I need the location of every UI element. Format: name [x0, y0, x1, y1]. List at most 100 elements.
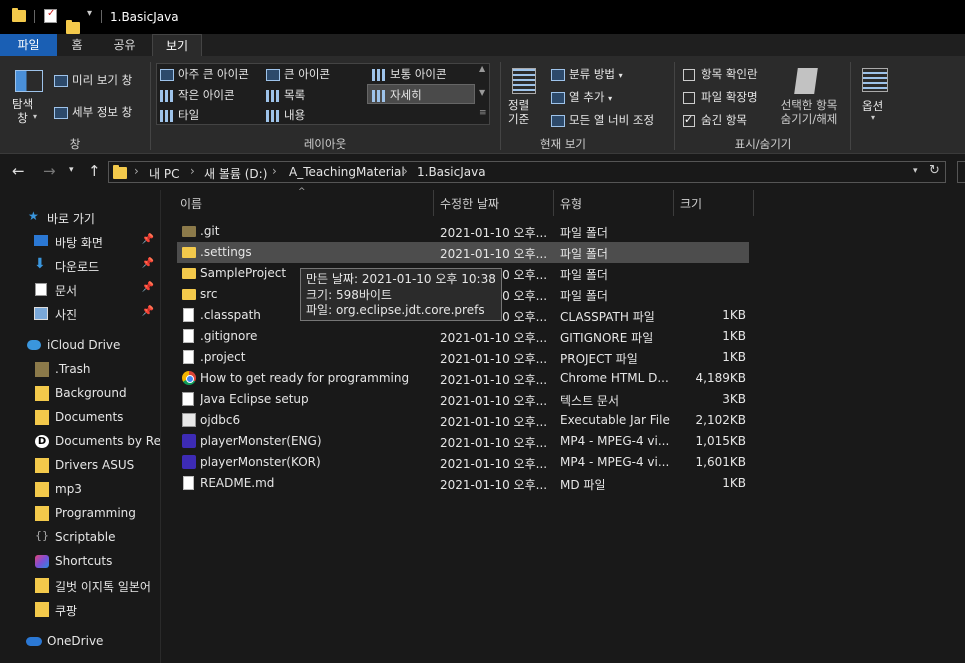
properties-icon[interactable]: ✓ [44, 8, 57, 23]
tab-share[interactable]: 공유 [97, 34, 152, 56]
file-row[interactable]: .git 2021-01-10 오후... 파일 폴더 [177, 221, 749, 242]
up-arrow-icon[interactable]: ↑ [88, 162, 101, 180]
nav-folder-coupang[interactable]: 쿠팡 [0, 598, 160, 620]
list-icon [266, 89, 280, 102]
nav-documents[interactable]: 문서 📌 [0, 278, 160, 300]
file-row[interactable]: .gitignore 2021-01-10 오후... GITIGNORE 파일 1K… [177, 326, 749, 347]
nav-pictures[interactable]: 사진 📌 [0, 302, 160, 324]
nav-downloads[interactable]: ⬇ 다운로드 📌 [0, 254, 160, 276]
folder-icon [35, 458, 49, 473]
chevron-right-icon[interactable]: › [134, 164, 139, 178]
column-header-size[interactable]: 크기 [674, 190, 753, 216]
layout-large-icons[interactable]: 큰 아이콘 [266, 66, 330, 82]
chevron-down-icon: ▾ [871, 113, 876, 122]
nav-icloud-drive[interactable]: iCloud Drive [0, 334, 160, 356]
details-pane-button[interactable]: 세부 정보 창 [54, 104, 132, 120]
chevron-right-icon[interactable]: › [272, 164, 277, 178]
column-header-date[interactable]: 수정한 날짜 [434, 190, 553, 216]
nav-pane-icon [15, 70, 43, 92]
nav-folder-scriptable[interactable]: {} Scriptable [0, 526, 160, 548]
nav-pane-button[interactable]: 탐색 창 ▾ [10, 68, 46, 130]
file-row[interactable]: Java Eclipse setup 2021-01-10 오후... 텍스트 문서… [177, 389, 749, 410]
nav-folder-background[interactable]: Background [0, 382, 160, 404]
add-columns-button[interactable]: 열 추가 ▾ [551, 89, 612, 105]
pin-icon[interactable]: 📌 [142, 282, 154, 293]
nav-label: 다운로드 [55, 260, 100, 274]
breadcrumb-this-pc[interactable]: 내 PC [149, 165, 179, 182]
group-by-button[interactable]: 분류 방법 ▾ [551, 66, 623, 82]
nav-folder-documents[interactable]: Documents [0, 406, 160, 428]
file-row[interactable]: ojdbc6 2021-01-10 오후... Executable Jar Fil… [177, 410, 749, 431]
file-row[interactable]: How to get ready for programming 2021-01-… [177, 368, 749, 389]
file-row[interactable]: README.md 2021-01-10 오후... MD 파일 1KB [177, 473, 749, 494]
checkbox-checked[interactable] [683, 113, 695, 127]
nav-onedrive[interactable]: OneDrive [0, 630, 160, 652]
new-folder-icon[interactable] [66, 20, 80, 34]
nav-folder-trash[interactable]: .Trash [0, 358, 160, 380]
preview-pane-button[interactable]: 미리 보기 창 [54, 72, 132, 88]
recent-locations-icon[interactable]: ▾ [69, 165, 74, 175]
nav-desktop[interactable]: 바탕 화면 📌 [0, 230, 160, 252]
layout-medium-icons[interactable]: 보통 아이콘 [372, 66, 447, 82]
layout-extra-large-icons[interactable]: 아주 큰 아이콘 [160, 66, 249, 82]
breadcrumb-teaching-material[interactable]: A_TeachingMaterial [289, 165, 405, 179]
file-row[interactable]: playerMonster(KOR) 2021-01-10 오후... MP4 - … [177, 452, 749, 473]
layout-tiles[interactable]: 타일 [160, 107, 199, 123]
file-size: 1KB [722, 329, 746, 343]
tab-home[interactable]: 홈 [57, 34, 97, 56]
grid-icon [372, 68, 386, 81]
customize-qat-icon[interactable]: ▾ [87, 8, 92, 19]
tab-view[interactable]: 보기 [152, 34, 202, 56]
sort-by-button[interactable]: 정렬 기준 [506, 66, 544, 132]
breadcrumb-drive[interactable]: 새 볼륨 (D:) [204, 165, 267, 182]
pin-icon[interactable]: 📌 [142, 258, 154, 269]
layout-details[interactable]: 자세히 [372, 87, 422, 103]
nav-folder-documents-by-readdle[interactable]: D Documents by Rea [0, 430, 160, 452]
layout-content[interactable]: 내용 [266, 107, 305, 123]
gallery-scroll-up-icon[interactable]: ▲ [479, 64, 485, 73]
nav-folder-programming[interactable]: Programming [0, 502, 160, 524]
item-checkboxes-toggle[interactable]: 항목 확인란 [683, 66, 758, 82]
group-label-pane: 창 [69, 137, 81, 151]
file-info-tooltip: 만든 날짜: 2021-01-10 오후 10:38 크기: 598바이트 파일… [300, 268, 502, 321]
file-row[interactable]: .settings 2021-01-10 오후... 파일 폴더 [177, 242, 749, 263]
file-row[interactable]: .project 2021-01-10 오후... PROJECT 파일 1KB [177, 347, 749, 368]
chevron-right-icon[interactable]: › [190, 164, 195, 178]
back-arrow-icon[interactable]: ← [12, 162, 25, 180]
column-divider[interactable] [753, 190, 754, 216]
file-extensions-toggle[interactable]: 파일 확장명 [683, 89, 758, 105]
checkbox[interactable] [683, 68, 695, 81]
hidden-items-toggle[interactable]: 숨긴 항목 [683, 112, 747, 128]
pin-icon[interactable]: 📌 [142, 306, 154, 317]
size-columns-button[interactable]: 모든 열 너비 조정 [551, 112, 654, 128]
divider [34, 10, 35, 23]
nav-folder-drivers-asus[interactable]: Drivers ASUS [0, 454, 160, 476]
refresh-icon[interactable]: ↻ [929, 163, 940, 178]
checkbox[interactable] [683, 91, 695, 104]
nav-folder-mp3[interactable]: mp3 [0, 478, 160, 500]
layout-list[interactable]: 목록 [266, 87, 305, 103]
tab-file[interactable]: 파일 [0, 34, 57, 56]
search-box[interactable] [957, 161, 965, 183]
nav-label: Scriptable [55, 530, 116, 544]
gallery-expand-icon[interactable]: ≡ [479, 108, 487, 118]
file-row[interactable]: playerMonster(ENG) 2021-01-10 오후... MP4 - … [177, 431, 749, 452]
layout-label: 자세히 [390, 88, 422, 102]
nav-quick-access[interactable]: ★ 바로 가기 [0, 206, 160, 228]
address-dropdown-icon[interactable]: ▾ [913, 166, 918, 176]
breadcrumb-basic-java[interactable]: 1.BasicJava [417, 165, 486, 179]
forward-arrow-icon[interactable]: → [43, 162, 56, 180]
chevron-right-icon[interactable]: › [403, 164, 408, 178]
hide-selected-button[interactable]: 선택한 항목 숨기기/해제 [776, 66, 842, 132]
folder-dark-icon [182, 226, 196, 237]
nav-folder-gilbut-easytalk[interactable]: 길벗 이지톡 일본어 [0, 574, 160, 596]
column-header-type[interactable]: 유형 [554, 190, 673, 216]
gallery-scroll-down-icon[interactable]: ▼ [479, 88, 485, 97]
layout-small-icons[interactable]: 작은 아이콘 [160, 87, 235, 103]
file-date: 2021-01-10 오후... [440, 457, 548, 471]
nav-folder-shortcuts[interactable]: Shortcuts [0, 550, 160, 572]
address-box[interactable]: › 내 PC › 새 볼륨 (D:) › A_TeachingMaterial … [108, 161, 946, 183]
file-date: 2021-01-10 오후... [440, 226, 548, 240]
options-button[interactable]: 옵션 ▾ [858, 68, 892, 128]
pin-icon[interactable]: 📌 [142, 234, 154, 245]
